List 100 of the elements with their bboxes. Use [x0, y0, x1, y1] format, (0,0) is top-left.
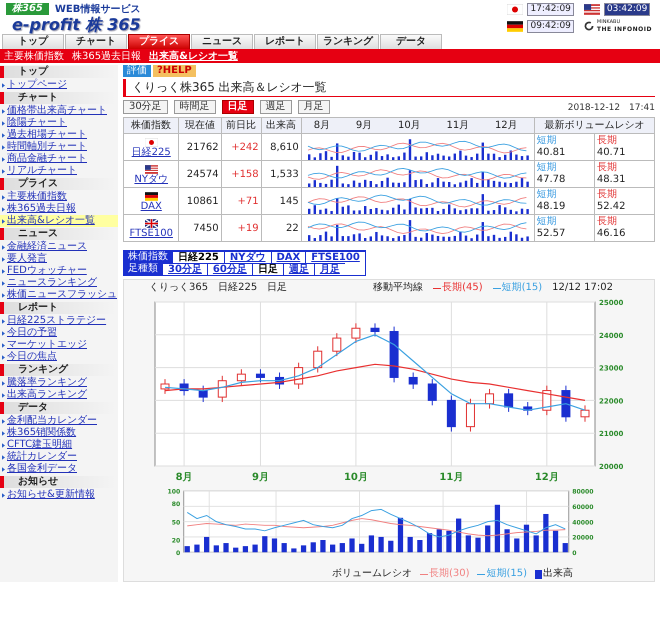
sidebar-link[interactable]: 出来高ランキング [0, 389, 118, 401]
axis-tick-label: 12月 [534, 472, 559, 483]
sidebar-link[interactable]: 統計カレンダー [0, 451, 118, 463]
nav-tab[interactable]: チャート [65, 34, 127, 49]
month-label: 9月 [356, 119, 372, 132]
volume-bar [426, 533, 432, 552]
candlestick [390, 326, 399, 383]
ratio-label: 長期 [596, 189, 617, 200]
subnav-link[interactable]: 主要株価指数 [4, 50, 64, 62]
sidebar-link[interactable]: 要人発言 [0, 253, 118, 265]
triangle-icon [2, 244, 5, 250]
sidebar-link[interactable]: 各国金利データ [0, 463, 118, 475]
selector-option[interactable]: NYダウ [224, 251, 270, 263]
legend-label: 短期(15) [502, 282, 542, 294]
sidebar-link[interactable]: 商品金融チャート [0, 153, 118, 165]
table-cell: +158 [221, 160, 262, 188]
volume-bar [504, 529, 510, 552]
table-cell: 7450 [178, 214, 222, 242]
sidebar-link[interactable]: 株365過去日報 [0, 203, 118, 215]
triangle-icon [2, 392, 5, 398]
period-button[interactable]: 時間足 [174, 100, 216, 114]
nav-tab[interactable]: トップ [2, 34, 64, 49]
selector-option[interactable]: FTSE100 [305, 251, 365, 263]
triangle-icon [2, 280, 5, 286]
volume-bar [330, 544, 336, 552]
nav-tab[interactable]: ニュース [191, 34, 253, 49]
volume-bar [194, 544, 200, 552]
flag-icon [144, 218, 158, 228]
sidebar-link[interactable]: 株365销関係数 [0, 427, 118, 439]
sidebar-link[interactable]: 今日の予習 [0, 327, 118, 339]
selector-option[interactable]: 月足 [314, 263, 345, 275]
sidebar-link[interactable]: 騰落率ランキング [0, 377, 118, 389]
volume-bar [524, 524, 530, 552]
volume-bar [184, 546, 190, 552]
flag-icon [144, 164, 158, 174]
sidebar-link[interactable]: 主要株価指数 [0, 191, 118, 203]
volume-bar [310, 542, 316, 552]
legend-title: 移動平均線 [373, 282, 424, 294]
tool-button[interactable]: ?HELP [153, 65, 196, 77]
sidebar-link[interactable]: 金融経済ニュース [0, 241, 118, 253]
volume-bar [485, 525, 490, 552]
ratio-label: 短期 [536, 162, 557, 173]
triangle-icon [2, 156, 5, 162]
column-header: 現在値 [178, 118, 222, 134]
table-cell: 21762 [178, 134, 222, 160]
volume-bar [368, 535, 374, 552]
sidebar-link[interactable]: 日経225ストラテジー [0, 315, 118, 327]
sidebar-link[interactable]: CFTC建玉明細 [0, 439, 118, 451]
selector-option[interactable]: 60分足 [206, 263, 252, 275]
table-cell: 1,533 [261, 160, 302, 188]
triangle-icon [2, 132, 5, 138]
axis-tick-label: 9月 [252, 472, 269, 483]
period-button[interactable]: 日足 [222, 100, 254, 114]
sidebar-link[interactable]: リアルチャート [0, 165, 118, 177]
column-header: 最新ボリュームレシオ [534, 118, 654, 134]
sidebar-link[interactable]: 時間軸別チャート [0, 141, 118, 153]
sidebar-link[interactable]: 金利配当カレンダー [0, 415, 118, 427]
page-title: くりっく株365 出来高＆レシオ一覧 [123, 79, 655, 97]
sidebar-link[interactable]: 陰陽チャート [0, 117, 118, 129]
volume-bar [252, 544, 258, 552]
sidebar-link[interactable]: ニュースランキング [0, 277, 118, 289]
candlestick [370, 322, 380, 337]
sidebar-link[interactable]: FEDウォッチャー [0, 265, 118, 277]
nav-tab[interactable]: レポート [254, 34, 316, 49]
volume-bar [359, 544, 364, 552]
selector-option[interactable]: DAX [270, 251, 306, 263]
period-button[interactable]: 月足 [298, 100, 330, 114]
index-link[interactable]: DAX [140, 200, 162, 212]
selector-option[interactable]: 週足 [282, 263, 314, 275]
chart-period: 日足 [267, 282, 288, 294]
volume-bar [262, 536, 268, 552]
month-label: 11月 [446, 119, 470, 132]
selector-option[interactable]: 30分足 [162, 263, 207, 275]
nav-tab[interactable]: ランキング [317, 34, 379, 49]
column-header: 株価指数 [124, 118, 179, 134]
sidebar-link[interactable]: マーケットエッジ [0, 339, 118, 351]
selector-option[interactable]: 日足 [252, 263, 283, 275]
volume-bar [398, 518, 404, 552]
volume-bar [446, 530, 452, 552]
legend-label: 出来高 [543, 568, 573, 580]
candlestick [218, 375, 227, 403]
candlestick [160, 378, 170, 394]
subnav-link[interactable]: 出来高&レシオ一覧 [149, 50, 238, 62]
sidebar-link[interactable]: トップページ [0, 79, 118, 91]
legend-swatch-icon [535, 570, 542, 578]
nav-tab[interactable]: プライス [128, 34, 190, 49]
flag-icon [144, 138, 158, 146]
period-button[interactable]: 30分足 [123, 100, 168, 114]
triangle-icon [2, 256, 5, 262]
tool-button[interactable]: 評価 [123, 65, 151, 77]
site-logo[interactable]: e-profit 株 365 [12, 16, 141, 34]
sidebar-link[interactable]: 株価ニュースフラッシュ [0, 289, 118, 301]
selector-option[interactable]: 日経225 [172, 251, 224, 263]
sidebar-link[interactable]: 価格帯出来高チャート [0, 105, 118, 117]
subnav-link[interactable]: 株365過去日報 [72, 50, 142, 62]
nav-tab[interactable]: データ [380, 34, 442, 49]
period-button[interactable]: 週足 [260, 100, 292, 114]
sidebar-link[interactable]: 過去相場チャート [0, 129, 118, 141]
sidebar-link[interactable]: 出来高&レシオ一覧 [0, 215, 118, 227]
ratio-value: 40.81 [536, 147, 566, 158]
